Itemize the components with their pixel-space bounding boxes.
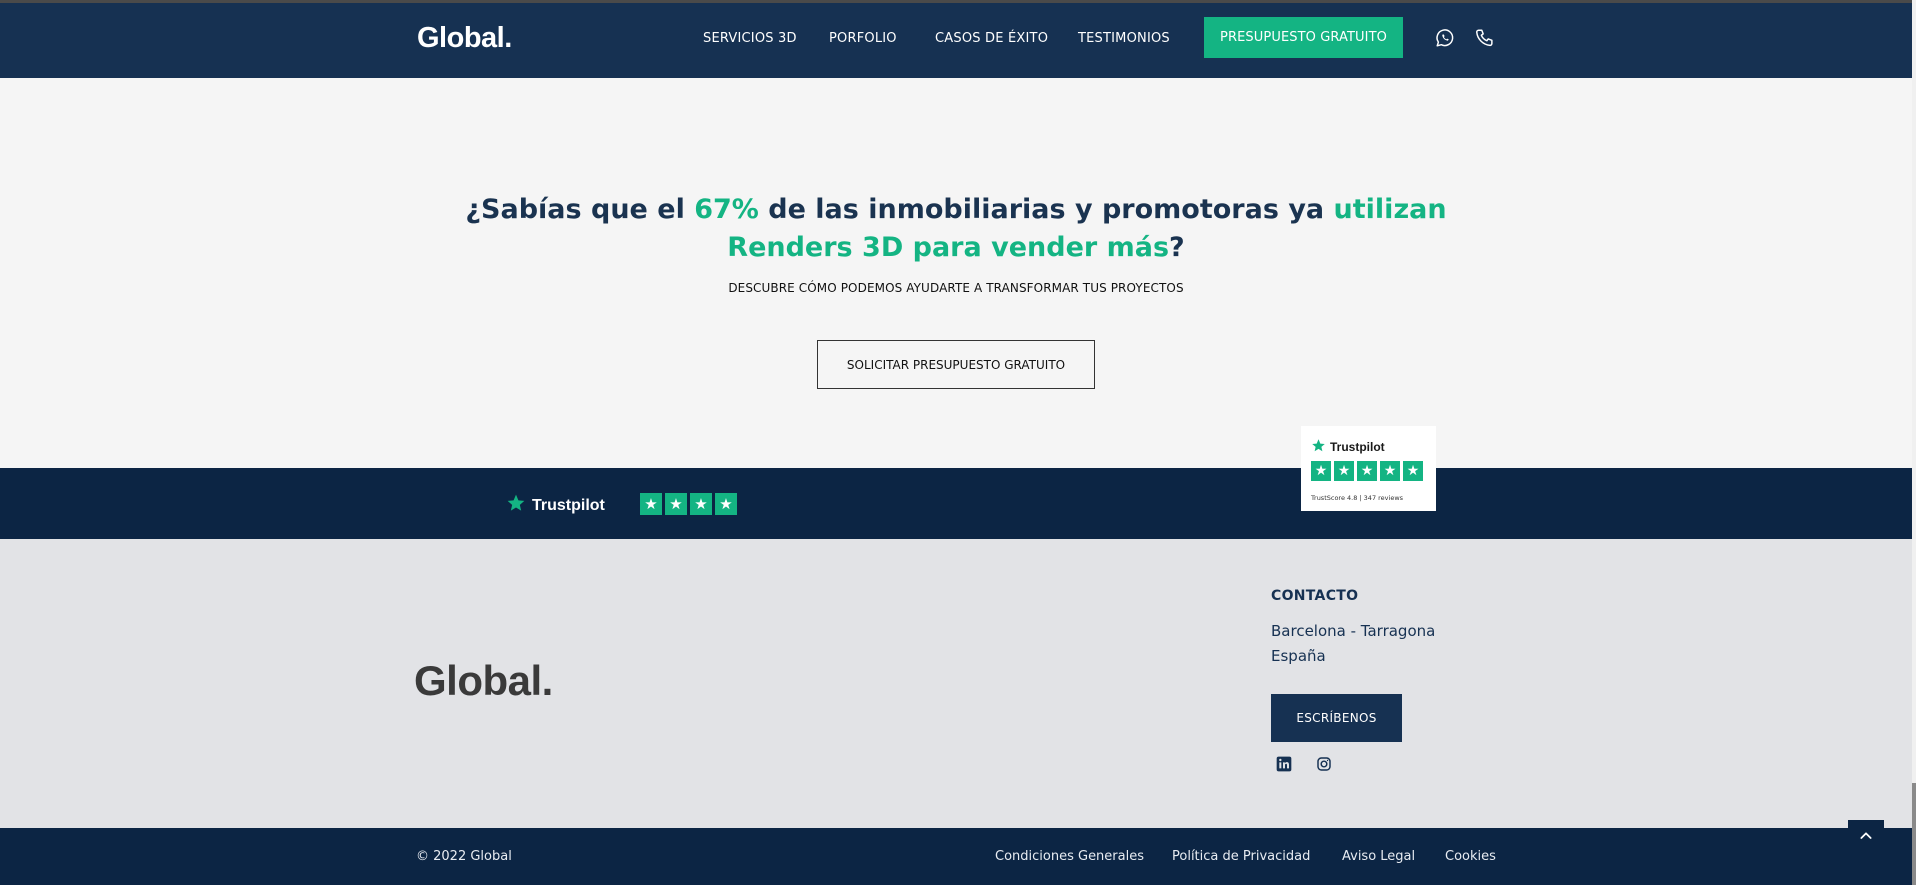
trustpilot-score: TrustScore 4.8 | 347 reviews (1311, 494, 1404, 502)
link-legal-notice[interactable]: Aviso Legal (1342, 849, 1415, 864)
link-privacy-policy[interactable]: Política de Privacidad (1172, 849, 1310, 864)
nav-link-servicios[interactable]: SERVICIOS 3D (703, 31, 797, 46)
request-quote-button[interactable]: SOLICITAR PRESUPUESTO GRATUITO (817, 340, 1095, 389)
link-general-conditions[interactable]: Condiciones Generales (995, 849, 1144, 864)
star-icon: ★ (690, 493, 712, 515)
trustpilot-widget-brand: Trustpilot (1311, 438, 1385, 456)
whatsapp-icon[interactable] (1434, 27, 1456, 49)
star-icon: ★ (1380, 461, 1400, 481)
contact-location: Barcelona - Tarragona (1271, 622, 1436, 640)
footer-logo[interactable]: Global. (414, 657, 553, 705)
phone-icon[interactable] (1474, 27, 1496, 49)
link-cookies[interactable]: Cookies (1445, 849, 1496, 864)
headline-percentage: 67% (694, 194, 759, 225)
nav-link-testimonios[interactable]: TESTIMONIOS (1078, 31, 1170, 46)
header-logo[interactable]: Global. (417, 22, 512, 55)
trustpilot-star-icon (1311, 438, 1326, 456)
trustpilot-strip (0, 468, 1912, 539)
site-footer (0, 539, 1912, 828)
headline-text-1: ¿Sabías que el (465, 194, 695, 225)
free-quote-button[interactable]: PRESUPUESTO GRATUITO (1204, 17, 1403, 58)
trustpilot-logo[interactable]: Trustpilot (506, 493, 605, 518)
headline-end: ? (1169, 232, 1185, 263)
trustpilot-widget[interactable]: Trustpilot ★ ★ ★ ★ ★ TrustScore 4.8 | 34… (1301, 426, 1436, 511)
star-icon: ★ (665, 493, 687, 515)
headline-text-2: de las inmobiliarias y promotoras ya (758, 194, 1334, 225)
chevron-up-icon (1858, 828, 1874, 848)
stats-headline: ¿Sabías que el 67% de las inmobiliarias … (420, 191, 1492, 267)
star-icon: ★ (1334, 461, 1354, 481)
nav-link-porfolio[interactable]: PORFOLIO (829, 31, 897, 46)
trustpilot-widget-rating: ★ ★ ★ ★ ★ (1311, 461, 1423, 481)
contact-heading: CONTACTO (1271, 588, 1359, 604)
star-icon: ★ (1403, 461, 1423, 481)
star-icon: ★ (715, 493, 737, 515)
stats-section (0, 78, 1912, 468)
copyright-text: © 2022 Global (416, 849, 512, 864)
write-us-button[interactable]: ESCRÍBENOS (1271, 694, 1402, 742)
trustpilot-brand-text: Trustpilot (532, 496, 605, 514)
scroll-to-top-button[interactable] (1848, 820, 1884, 856)
trustpilot-widget-brand-text: Trustpilot (1330, 440, 1385, 454)
star-icon: ★ (1311, 461, 1331, 481)
page-scrollbar[interactable] (1912, 0, 1916, 885)
star-icon: ★ (1357, 461, 1377, 481)
instagram-icon[interactable] (1316, 756, 1332, 772)
stats-subheading: DESCUBRE CÓMO PODEMOS AYUDARTE A TRANSFO… (728, 281, 1184, 295)
linkedin-icon[interactable] (1276, 756, 1292, 772)
scrollbar-thumb[interactable] (1912, 783, 1916, 885)
contact-country: España (1271, 647, 1326, 665)
nav-link-casos[interactable]: CASOS DE ÉXITO (935, 31, 1048, 46)
star-icon: ★ (640, 493, 662, 515)
trustpilot-strip-rating: ★ ★ ★ ★ (640, 493, 737, 515)
trustpilot-star-icon (506, 493, 526, 518)
bottom-bar (0, 828, 1912, 885)
